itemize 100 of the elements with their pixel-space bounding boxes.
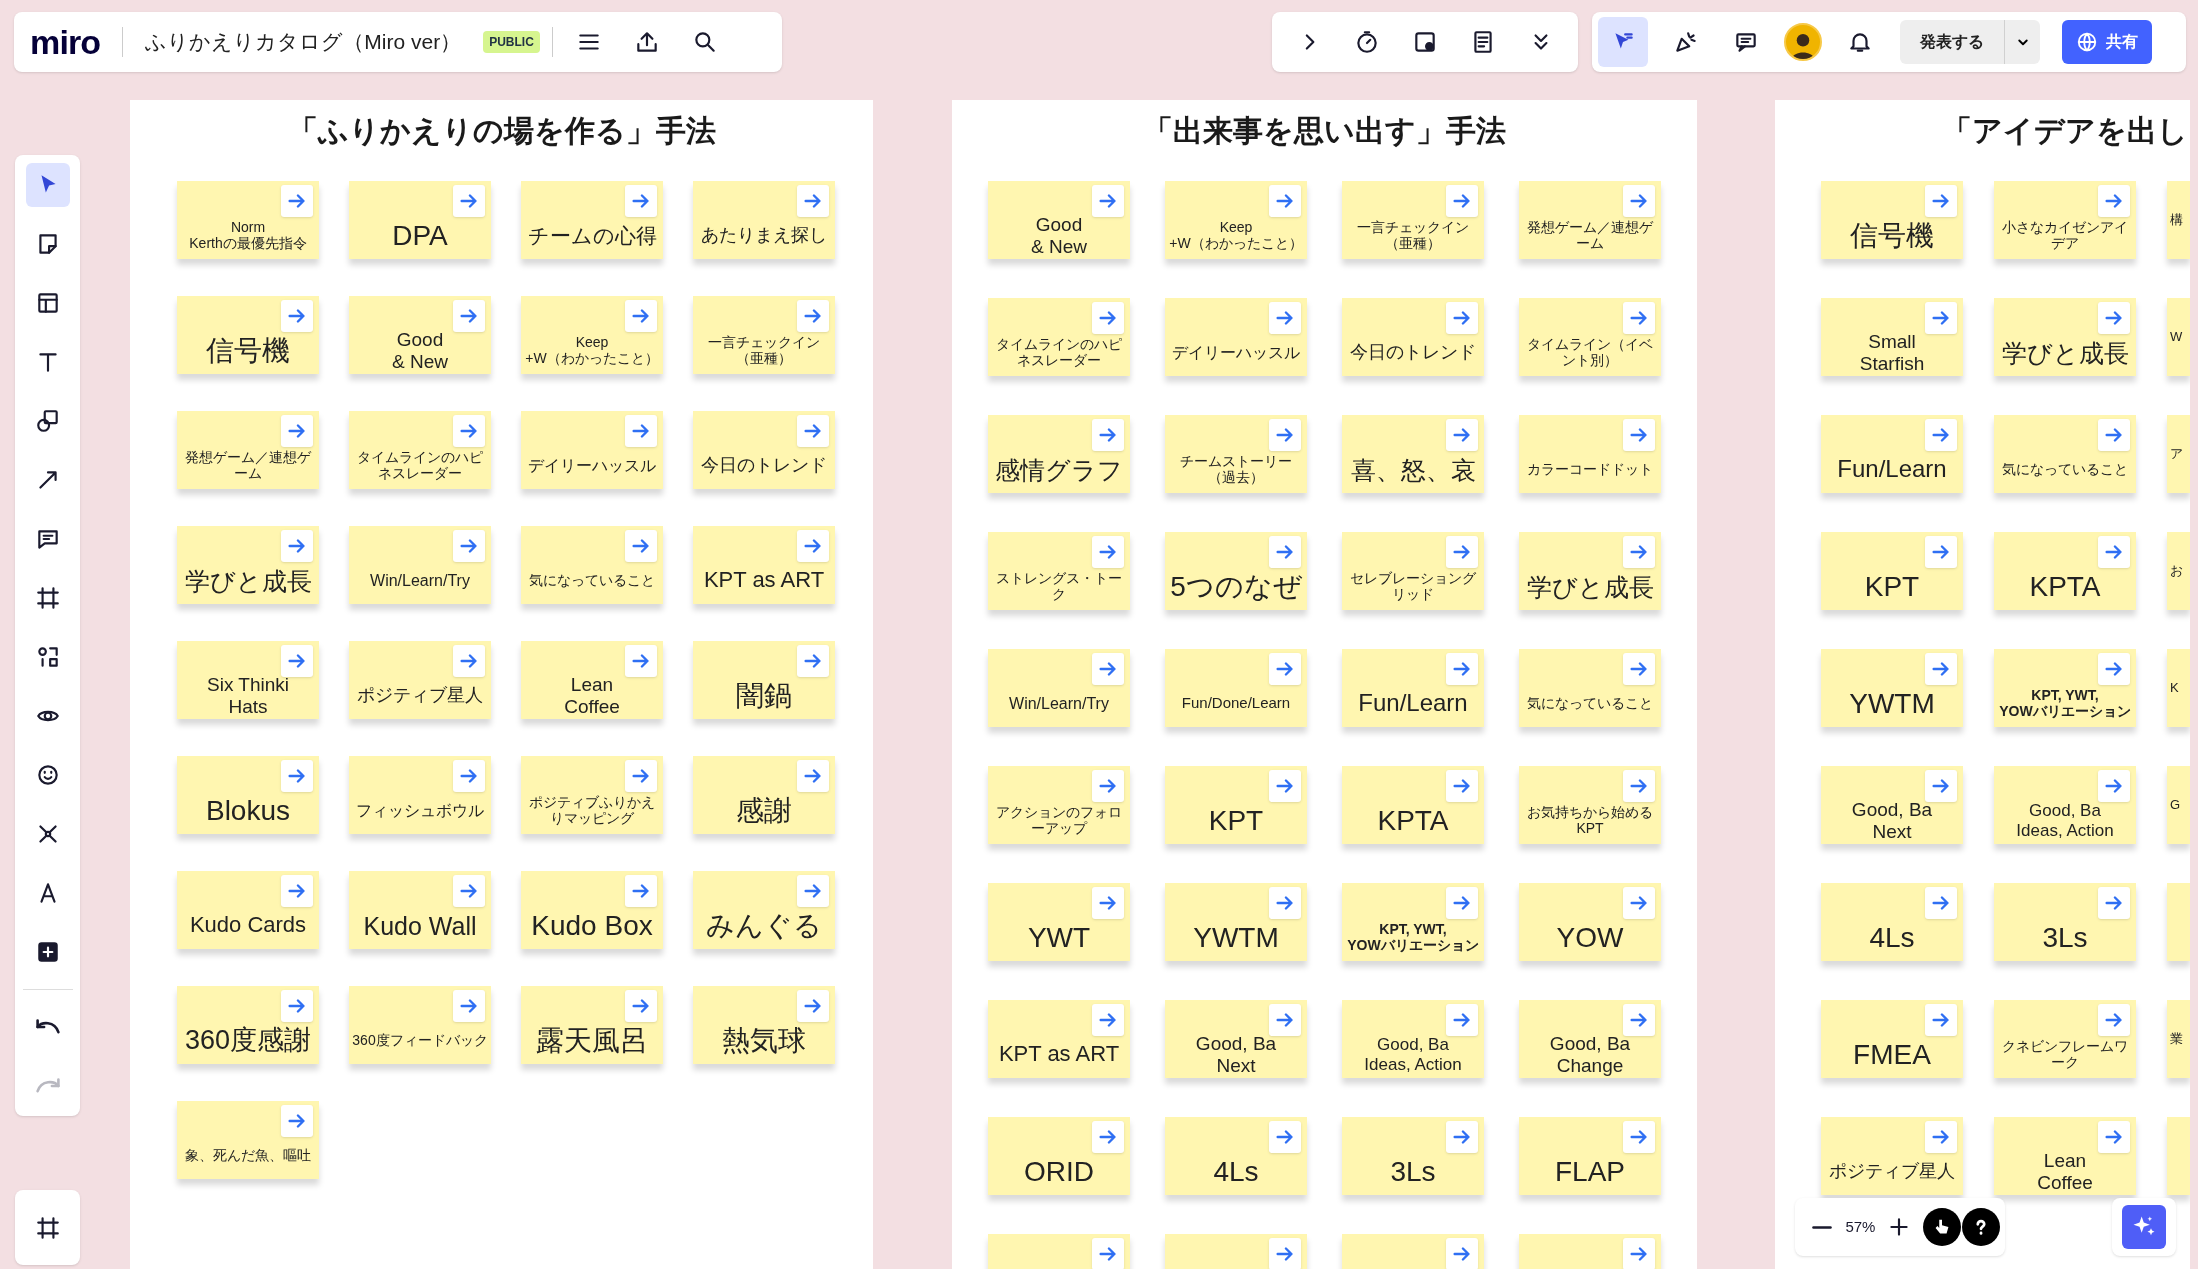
link-button[interactable] [1446,1238,1478,1269]
link-button[interactable] [1925,887,1957,919]
link-button[interactable] [1623,536,1655,568]
sticky-note[interactable]: タイムラインのハピネスレーダー [988,298,1130,376]
sticky-note[interactable]: 4Ls [1165,1117,1307,1195]
link-button[interactable] [1925,419,1957,451]
link-button[interactable] [1092,419,1124,451]
link-button[interactable] [2098,653,2130,685]
sticky-note[interactable]: Win/Learn/Try [349,526,491,604]
sticky-note[interactable]: タイムライン（イベント別） [1519,298,1661,376]
sticky-note[interactable]: KPT as ART [693,526,835,604]
sticky-note[interactable]: 信号機 [1821,181,1963,259]
link-button[interactable] [1623,302,1655,334]
present-button[interactable]: 発表する [1900,20,2004,64]
link-button[interactable] [1446,536,1478,568]
link-button[interactable] [797,875,829,907]
link-button[interactable] [2098,302,2130,334]
link-button[interactable] [1446,770,1478,802]
link-button[interactable] [281,530,313,562]
link-button[interactable] [1092,302,1124,334]
link-button[interactable] [453,185,485,217]
link-button[interactable] [797,415,829,447]
link-button[interactable] [1623,887,1655,919]
link-button[interactable] [1446,185,1478,217]
sticky-note[interactable]: KPT [1821,532,1963,610]
sticky-note[interactable]: 学びと成長 [1519,532,1661,610]
link-button[interactable] [1446,1004,1478,1036]
link-button[interactable] [625,300,657,332]
sticky-note[interactable]: 一言チェックイン（亜種） [693,296,835,374]
sticky-note[interactable]: KPT [1165,766,1307,844]
link-button[interactable] [2098,536,2130,568]
link-button[interactable] [1269,653,1301,685]
sticky-note[interactable]: Good, Ba Next [1165,1000,1307,1078]
sticky-note[interactable]: 3Ls [1342,1117,1484,1195]
link-button[interactable] [1925,185,1957,217]
link-button[interactable] [281,875,313,907]
sticky-note[interactable]: FMEA [1821,1000,1963,1078]
sticky-note[interactable]: FLAP [1519,1117,1661,1195]
link-button[interactable] [625,875,657,907]
link-button[interactable] [1269,1004,1301,1036]
sticky-note[interactable]: 小さなカイゼンアイデア [1994,181,2136,259]
sticky-note[interactable]: Fun/Done/Learn [1165,649,1307,727]
sticky-note[interactable]: ORID [988,1117,1130,1195]
link-button[interactable] [625,645,657,677]
sticky-note[interactable]: 構 [2167,181,2190,259]
link-button[interactable] [2098,770,2130,802]
link-button[interactable] [1446,419,1478,451]
sticky-note[interactable]: Six Thinki Hats [177,641,319,719]
link-button[interactable] [281,1105,313,1137]
link-button[interactable] [1092,887,1124,919]
link-button[interactable] [453,530,485,562]
sticky-note[interactable]: 熱気球 [693,986,835,1064]
sticky-note[interactable]: 5つのなぜ [1165,532,1307,610]
sticky-note[interactable]: Small Starfish [1821,298,1963,376]
link-button[interactable] [1446,302,1478,334]
sticky-note[interactable]: ア [2167,415,2190,493]
link-button[interactable] [281,415,313,447]
sticky-note[interactable]: お [2167,532,2190,610]
cursor-button[interactable] [25,163,70,207]
link-button[interactable] [1092,1004,1124,1036]
link-button[interactable] [1092,1238,1124,1269]
sticky-note[interactable]: フィッシュボウル [349,756,491,834]
sticky-note[interactable]: Good, Ba Next [1821,766,1963,844]
link-button[interactable] [1446,1121,1478,1153]
sticky-note[interactable]: 感情グラフ [988,415,1130,493]
sticky-note[interactable]: Lean Coffee [521,641,663,719]
sticky-note[interactable]: KPT as ART [988,1000,1130,1078]
sticky-note[interactable]: W [2167,298,2190,376]
sticky-note[interactable]: タイムラインのハピネスレーダー [349,411,491,489]
sticky-note[interactable]: Kudo Box [521,871,663,949]
sticky-note[interactable]: 感謝 [693,756,835,834]
help-button[interactable] [1962,1208,2001,1246]
share-button[interactable]: 共有 [2062,20,2152,64]
sticky-note[interactable]: カラーコードドット [1519,415,1661,493]
link-button[interactable] [1623,419,1655,451]
sticky-note[interactable]: Good & New [349,296,491,374]
link-button[interactable] [1269,536,1301,568]
link-button[interactable] [1925,302,1957,334]
link-button[interactable] [1269,887,1301,919]
link-button[interactable] [453,300,485,332]
link-button[interactable] [625,415,657,447]
link-button[interactable] [625,185,657,217]
sticky-note[interactable]: 闇鍋 [693,641,835,719]
sticky-note[interactable]: 今日のトレンド [693,411,835,489]
link-button[interactable] [1092,536,1124,568]
sticky-note[interactable]: 一言チェックイン（亜種） [1342,181,1484,259]
sticky-note[interactable]: DPA [349,181,491,259]
link-button[interactable] [1446,887,1478,919]
link-button[interactable] [1623,185,1655,217]
board-title[interactable]: ふりかえりカタログ（Miro ver） [145,26,462,58]
cursor-button[interactable] [1598,17,1648,67]
link-button[interactable] [281,300,313,332]
sticky-note[interactable]: 学びと成長 [1994,298,2136,376]
sticky-note[interactable]: K [2167,649,2190,727]
link-button[interactable] [1623,1121,1655,1153]
zoom-level[interactable]: 57% [1845,1215,1876,1239]
sticky-note[interactable]: Good, Ba Ideas, Action [1342,1000,1484,1078]
sticky-note[interactable]: 今日のトレンド [1342,298,1484,376]
link-button[interactable] [2098,1004,2130,1036]
sticky-note[interactable]: 気になっていること [1519,649,1661,727]
